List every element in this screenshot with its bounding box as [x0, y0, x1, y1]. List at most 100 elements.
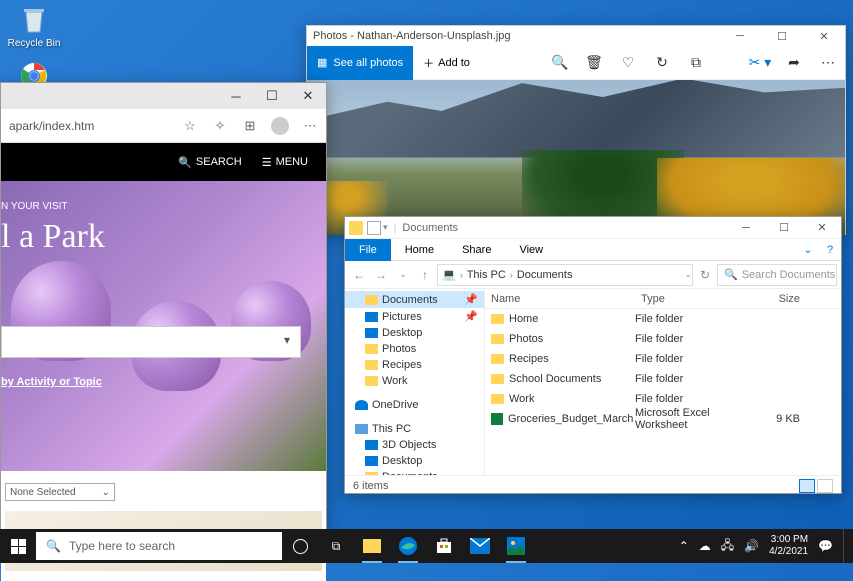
list-item[interactable]: Groceries_Budget_MarchMicrosoft Excel Wo… — [485, 409, 841, 429]
start-button[interactable] — [0, 529, 36, 563]
photo-viewport[interactable] — [307, 80, 845, 235]
url-field[interactable]: apark/index.htm — [5, 119, 172, 133]
close-button[interactable]: ✕ — [803, 26, 845, 46]
quickaccess-icon — [367, 221, 381, 235]
photos-titlebar[interactable]: Photos - Nathan-Anderson-Unsplash.jpg ─ … — [307, 26, 845, 46]
tree-work[interactable]: Work — [345, 373, 484, 389]
forward-button[interactable]: → — [371, 265, 391, 285]
help-button[interactable]: ? — [819, 244, 841, 256]
crop-button[interactable]: ⧉ — [679, 46, 713, 80]
tab-home[interactable]: Home — [391, 239, 448, 261]
col-name[interactable]: Name — [485, 293, 635, 305]
list-item[interactable]: PhotosFile folder — [485, 329, 841, 349]
breadcrumb[interactable]: 💻› This PC› Documents ⌄ — [437, 264, 693, 286]
close-button[interactable]: ✕ — [290, 83, 326, 109]
taskbar-mail[interactable] — [462, 529, 498, 563]
tab-file[interactable]: File — [345, 239, 391, 261]
hero-section: N YOUR VISIT l a Park by Activity or Top… — [1, 181, 326, 471]
profile-button[interactable] — [268, 114, 292, 138]
delete-button[interactable]: 🗑 — [577, 46, 611, 80]
browser-titlebar[interactable]: ─ ☐ ✕ — [1, 83, 326, 109]
action-center-button[interactable]: 💬 — [818, 539, 833, 553]
zoom-button[interactable]: 🔍 — [543, 46, 577, 80]
tree-recipes[interactable]: Recipes — [345, 357, 484, 373]
share-button[interactable]: ➦ — [777, 46, 811, 80]
tree-3dobjects[interactable]: 3D Objects — [345, 437, 484, 453]
onedrive-tray-icon[interactable]: ☁ — [699, 539, 711, 553]
taskbar-explorer[interactable] — [354, 529, 390, 563]
park-select[interactable] — [1, 326, 301, 358]
recent-locations-button[interactable]: ⌄ — [393, 265, 413, 285]
tree-pictures[interactable]: Pictures📌 — [345, 308, 484, 325]
clock[interactable]: 3:00 PM 4/2/2021 — [769, 534, 808, 558]
taskbar-store[interactable] — [426, 529, 462, 563]
minimize-button[interactable]: ─ — [719, 26, 761, 46]
see-all-photos-button[interactable]: ▦ See all photos — [307, 46, 413, 80]
volume-tray-icon[interactable]: 🔊 — [744, 539, 759, 553]
file-list: Name Type Size HomeFile folderPhotosFile… — [485, 289, 841, 475]
back-button[interactable]: ← — [349, 265, 369, 285]
tree-thispc[interactable]: This PC — [345, 421, 484, 437]
show-desktop-button[interactable] — [843, 529, 849, 563]
list-item[interactable]: WorkFile folder — [485, 389, 841, 409]
reading-list-button[interactable]: ✧ — [208, 114, 232, 138]
hero-heading: l a Park — [1, 218, 326, 256]
list-item[interactable]: School DocumentsFile folder — [485, 369, 841, 389]
network-tray-icon[interactable]: 🖧 — [721, 536, 734, 557]
tree-photos[interactable]: Photos — [345, 341, 484, 357]
view-details-button[interactable] — [799, 479, 815, 493]
ribbon-expand-button[interactable]: ⌄ — [797, 243, 819, 256]
list-item[interactable]: RecipesFile folder — [485, 349, 841, 369]
tree-documents2[interactable]: Documents — [345, 469, 484, 475]
search-icon: 🔍 — [178, 156, 192, 169]
crumb-current[interactable]: Documents — [517, 269, 573, 281]
maximize-button[interactable]: ☐ — [765, 217, 803, 239]
tree-documents[interactable]: Documents📌 — [345, 291, 484, 308]
col-type[interactable]: Type — [635, 293, 750, 305]
mail-icon — [470, 538, 490, 554]
view-icons-button[interactable] — [817, 479, 833, 493]
cortana-button[interactable] — [282, 529, 318, 563]
taskbar-search[interactable]: 🔍Type here to search — [36, 532, 282, 560]
add-to-button[interactable]: ＋ Add to — [413, 46, 480, 80]
tree-onedrive[interactable]: OneDrive — [345, 397, 484, 413]
more-button[interactable]: ⋯ — [811, 46, 845, 80]
tree-desktop2[interactable]: Desktop — [345, 453, 484, 469]
refresh-button[interactable]: ↻ — [695, 265, 715, 285]
tree-desktop[interactable]: Desktop — [345, 325, 484, 341]
collection-icon: ▦ — [317, 56, 327, 69]
explorer-titlebar[interactable]: ▾ | Documents ─ ☐ ✕ — [345, 217, 841, 239]
collections-button[interactable]: ⊞ — [238, 114, 262, 138]
maximize-button[interactable]: ☐ — [761, 26, 803, 46]
nav-tree: Documents📌 Pictures📌 Desktop Photos Reci… — [345, 289, 485, 475]
edit-button[interactable]: ✂ ▾ — [743, 46, 777, 80]
site-menu-button[interactable]: ☰MENU — [254, 152, 316, 173]
explorer-search[interactable]: 🔍Search Documents — [717, 264, 837, 286]
state-select[interactable]: None Selected⌄ — [5, 483, 115, 501]
activity-topic-link[interactable]: by Activity or Topic — [1, 376, 102, 388]
col-size[interactable]: Size — [750, 293, 810, 305]
taskbar-photos[interactable] — [498, 529, 534, 563]
list-item[interactable]: HomeFile folder — [485, 309, 841, 329]
minimize-button[interactable]: ─ — [218, 83, 254, 109]
up-button[interactable]: ↑ — [415, 265, 435, 285]
recycle-bin[interactable]: Recycle Bin — [4, 4, 64, 49]
minimize-button[interactable]: ─ — [727, 217, 765, 239]
favorite-star-button[interactable]: ☆ — [178, 114, 202, 138]
rotate-button[interactable]: ↻ — [645, 46, 679, 80]
maximize-button[interactable]: ☐ — [254, 83, 290, 109]
pc-icon: 💻 — [442, 268, 456, 281]
taskbar-edge[interactable] — [390, 529, 426, 563]
menu-button[interactable]: ⋯ — [298, 114, 322, 138]
favorite-button[interactable]: ♡ — [611, 46, 645, 80]
plus-icon: ＋ — [423, 55, 434, 71]
crumb-thispc[interactable]: This PC — [467, 269, 506, 281]
tab-view[interactable]: View — [505, 239, 557, 261]
tray-overflow-button[interactable]: ⌃ — [679, 539, 689, 553]
site-search-button[interactable]: 🔍SEARCH — [170, 152, 250, 173]
task-view-button[interactable]: ⧉ — [318, 529, 354, 563]
tab-share[interactable]: Share — [448, 239, 505, 261]
recycle-bin-icon — [18, 4, 50, 36]
close-button[interactable]: ✕ — [803, 217, 841, 239]
folder-icon — [491, 374, 504, 384]
